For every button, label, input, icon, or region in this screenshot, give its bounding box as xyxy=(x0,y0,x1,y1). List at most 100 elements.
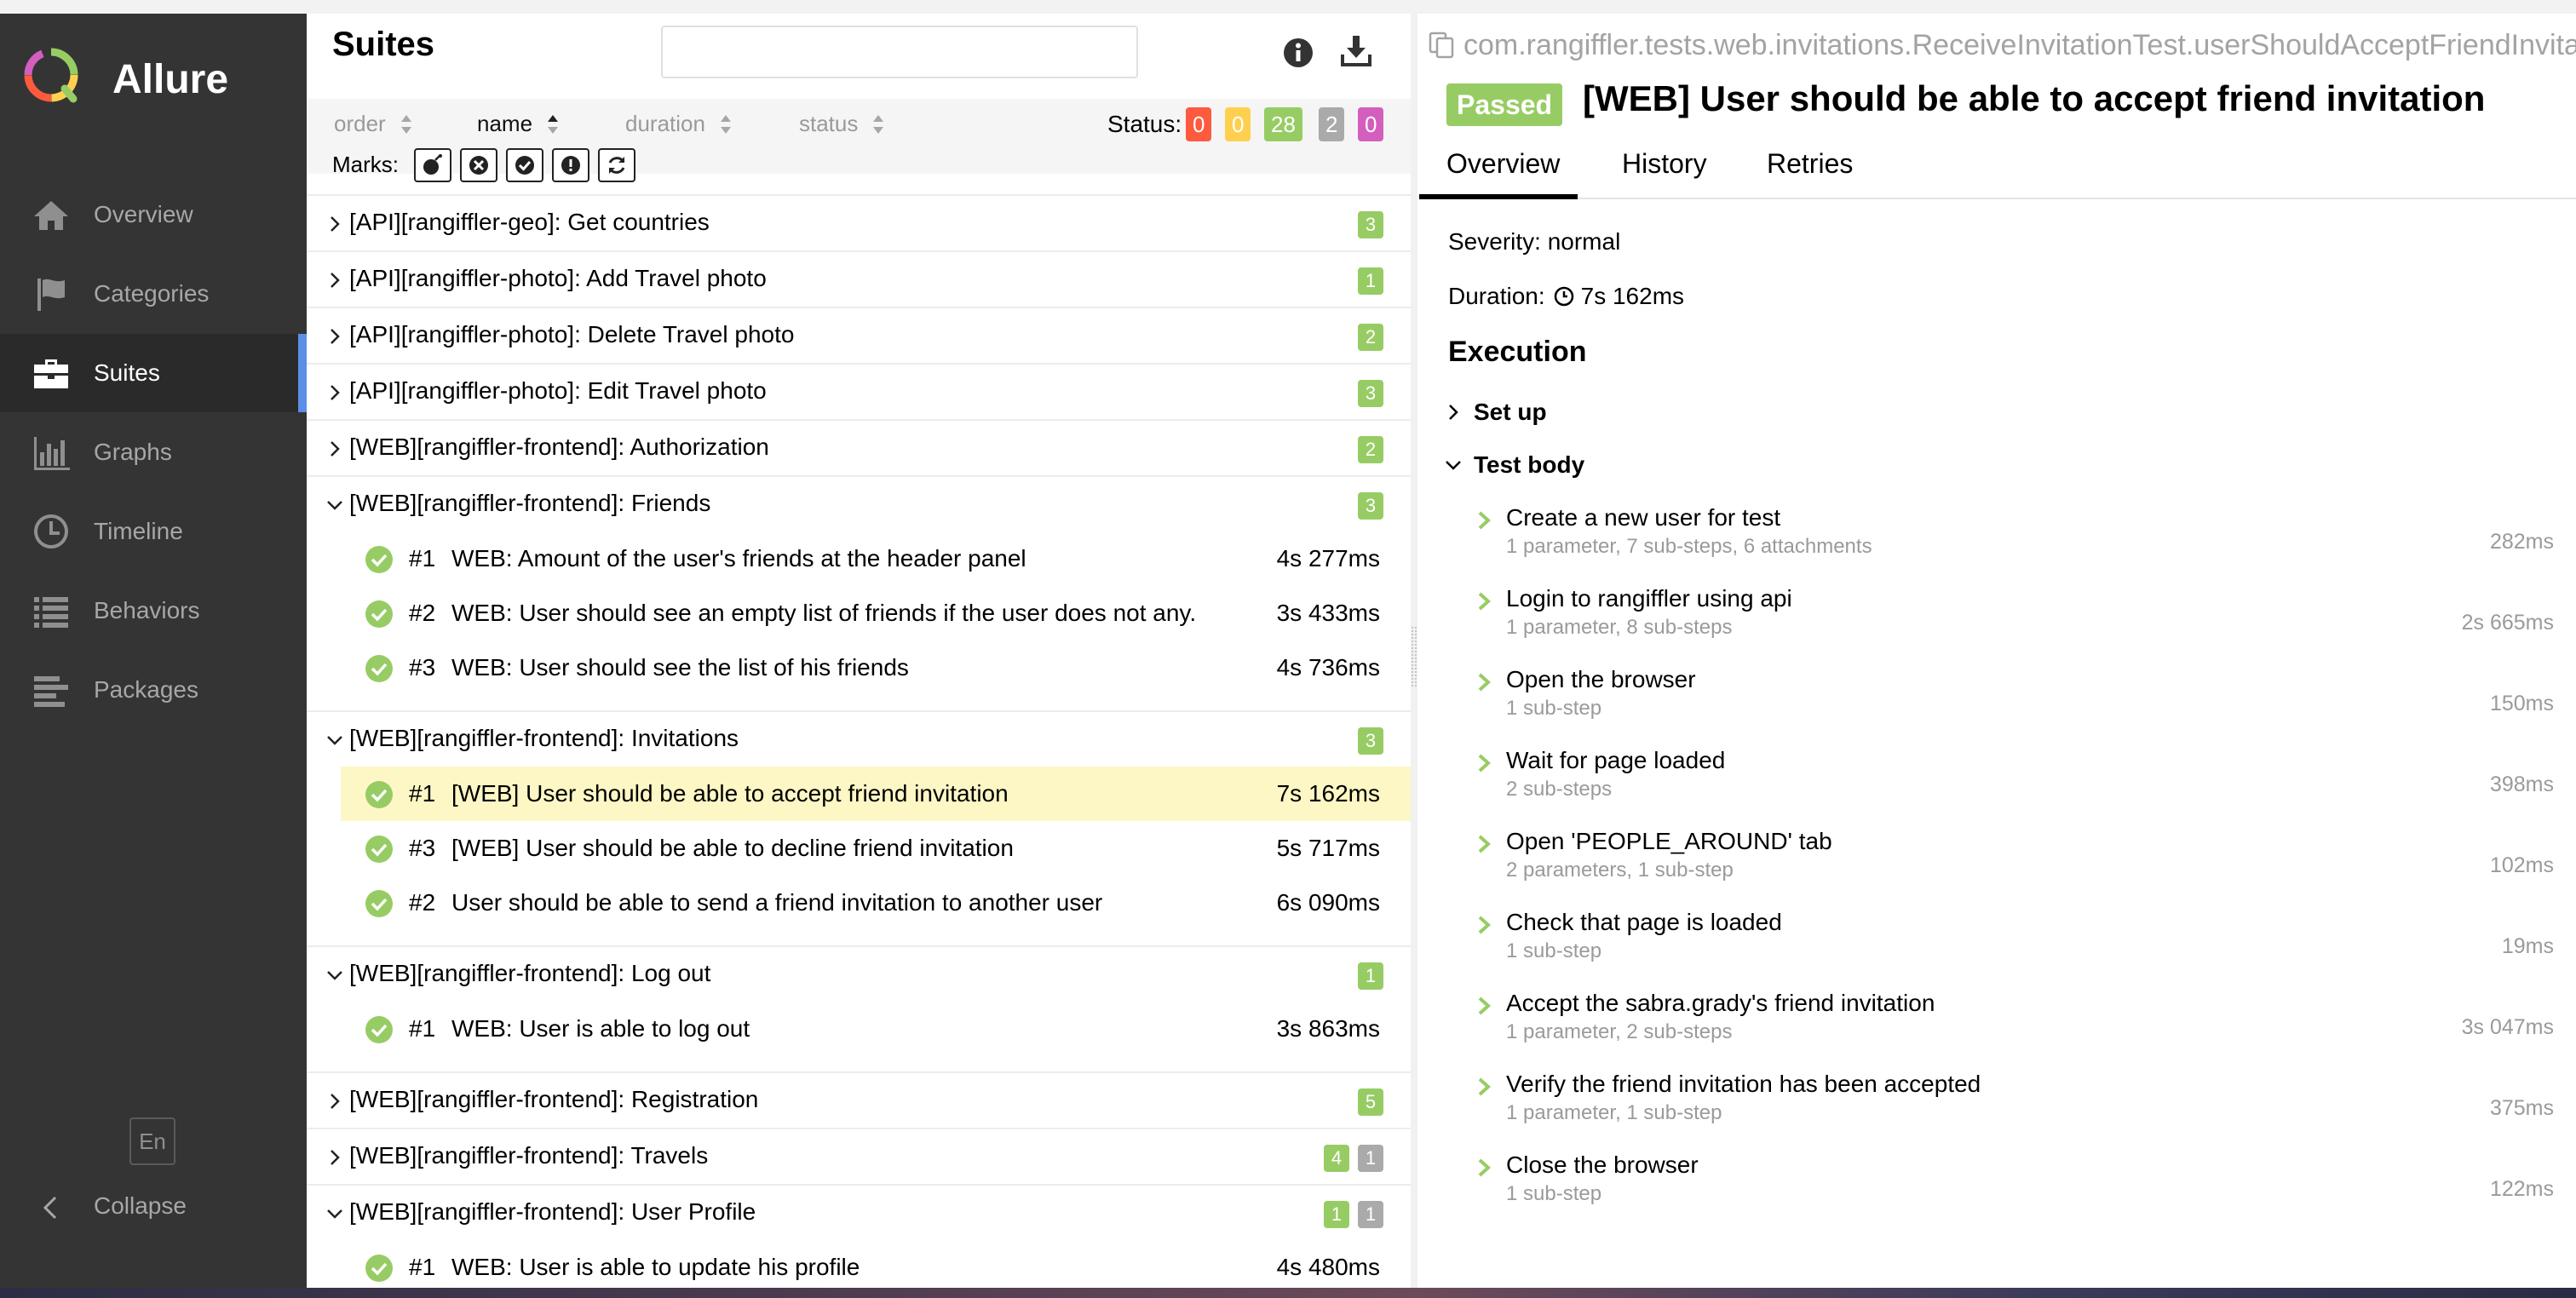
duration-row: Duration: 7s 162ms xyxy=(1448,283,1684,310)
suite-group[interactable]: [WEB][rangiffler-frontend]: Travels 4 1 xyxy=(307,1128,1411,1184)
mark-new-failed-toggle[interactable] xyxy=(460,148,497,182)
test-body-section-toggle[interactable]: Test body xyxy=(1443,451,1584,479)
sidebar-item-behaviors[interactable]: Behaviors xyxy=(0,571,307,650)
test-number: #2 xyxy=(409,600,436,626)
test-row[interactable]: #1 WEB: User is able to update his profi… xyxy=(341,1240,1411,1288)
mark-new-broken-toggle[interactable] xyxy=(552,148,589,182)
status-filter-skipped[interactable]: 2 xyxy=(1319,107,1345,141)
step-row[interactable]: Login to rangiffler using api 1 paramete… xyxy=(1472,582,2554,658)
status-filter-failed[interactable]: 0 xyxy=(1186,107,1212,141)
chevron-right-icon xyxy=(331,441,340,457)
step-row[interactable]: Verify the friend invitation has been ac… xyxy=(1472,1067,2554,1144)
status-filter-unknown[interactable]: 0 xyxy=(1358,107,1384,141)
tab-overview[interactable]: Overview xyxy=(1446,148,1560,180)
test-number: #2 xyxy=(409,889,436,916)
pane-splitter[interactable] xyxy=(1411,14,1417,1288)
step-row[interactable]: Open 'PEOPLE_AROUND' tab 2 parameters, 1… xyxy=(1472,824,2554,901)
suite-group[interactable]: [API][rangiffler-photo]: Add Travel phot… xyxy=(307,250,1411,307)
suite-group[interactable]: [WEB][rangiffler-frontend]: Authorizatio… xyxy=(307,419,1411,475)
test-number: #3 xyxy=(409,654,436,681)
suite-group[interactable]: [API][rangiffler-geo]: Get countries 3 xyxy=(307,194,1411,250)
step-row[interactable]: Open the browser 1 sub-step 150ms xyxy=(1472,663,2554,739)
suite-group[interactable]: [WEB][rangiffler-frontend]: Friends 3 xyxy=(307,475,1411,531)
collapse-button[interactable]: Collapse xyxy=(0,1169,307,1247)
step-name: Create a new user for test xyxy=(1506,504,1781,531)
home-icon xyxy=(31,194,72,235)
search-input[interactable] xyxy=(661,26,1138,78)
chevron-down-icon xyxy=(1446,461,1461,470)
sort-label: duration xyxy=(625,111,705,136)
sort-icon xyxy=(548,114,559,134)
sidebar-item-timeline[interactable]: Timeline xyxy=(0,492,307,571)
test-row-selected[interactable]: #1 [WEB] User should be able to accept f… xyxy=(341,767,1411,821)
step-expand-icon xyxy=(1478,835,1491,853)
test-detail-pane: com.rangiffler.tests.web.invitations.Rec… xyxy=(1419,14,2576,1288)
suite-group[interactable]: [API][rangiffler-photo]: Edit Travel pho… xyxy=(307,363,1411,419)
status-filter-broken[interactable]: 0 xyxy=(1225,107,1251,141)
exclamation-circle-icon xyxy=(561,156,580,175)
status-filter-passed[interactable]: 28 xyxy=(1264,107,1302,141)
chevron-right-icon xyxy=(331,385,340,400)
test-name: User should be able to send a friend inv… xyxy=(451,889,1103,916)
step-row[interactable]: Accept the sabra.grady's friend invitati… xyxy=(1472,986,2554,1063)
sort-by-status[interactable]: status xyxy=(799,111,885,137)
setup-section-toggle[interactable]: Set up xyxy=(1443,399,1547,426)
sidebar-item-suites[interactable]: Suites xyxy=(0,334,307,412)
sort-by-duration[interactable]: duration xyxy=(625,111,733,137)
sidebar-item-categories[interactable]: Categories xyxy=(0,255,307,333)
sort-by-name[interactable]: name xyxy=(477,111,560,137)
suite-group[interactable]: [WEB][rangiffler-frontend]: Invitations … xyxy=(307,710,1411,767)
test-row[interactable]: #3 WEB: User should see the list of his … xyxy=(341,640,1411,695)
mark-flaky-toggle[interactable] xyxy=(414,148,451,182)
align-left-icon xyxy=(31,669,72,710)
passed-check-icon xyxy=(365,600,393,628)
suite-group[interactable]: [WEB][rangiffler-frontend]: Log out 1 xyxy=(307,945,1411,1002)
passed-count-badge: 5 xyxy=(1358,1088,1383,1116)
language-button[interactable]: En xyxy=(129,1117,175,1165)
step-expand-icon xyxy=(1478,511,1491,530)
active-tab-indicator xyxy=(1419,194,1578,199)
step-row[interactable]: Close the browser 1 sub-step 122ms xyxy=(1472,1148,2554,1225)
test-row[interactable]: #1 WEB: Amount of the user's friends at … xyxy=(341,531,1411,586)
splitter-grip[interactable] xyxy=(1412,627,1417,686)
step-row[interactable]: Check that page is loaded 1 sub-step 19m… xyxy=(1472,905,2554,982)
tab-history[interactable]: History xyxy=(1622,148,1707,180)
chevron-right-icon xyxy=(331,329,340,344)
test-duration: 4s 736ms xyxy=(1276,654,1380,681)
copy-icon[interactable] xyxy=(1428,31,1455,60)
passed-check-icon xyxy=(365,781,393,808)
suite-group[interactable]: [WEB][rangiffler-frontend]: Registration… xyxy=(307,1071,1411,1128)
refresh-icon xyxy=(608,157,625,174)
sort-by-order[interactable]: order xyxy=(334,111,413,137)
download-icon[interactable] xyxy=(1337,32,1375,70)
mark-new-passed-toggle[interactable] xyxy=(506,148,543,182)
sidebar-item-label: Packages xyxy=(94,676,198,703)
passed-count-badge: 1 xyxy=(1358,962,1383,990)
step-summary: 1 sub-step xyxy=(1506,939,1602,962)
page-title: Suites xyxy=(332,26,435,63)
sidebar-item-overview[interactable]: Overview xyxy=(0,175,307,254)
info-icon[interactable] xyxy=(1281,36,1315,70)
test-row[interactable]: #3 [WEB] User should be able to decline … xyxy=(341,821,1411,876)
step-row[interactable]: Create a new user for test 1 parameter, … xyxy=(1472,501,2554,577)
step-expand-icon xyxy=(1478,996,1491,1015)
test-row[interactable]: #2 User should be able to send a friend … xyxy=(341,876,1411,930)
test-number: #3 xyxy=(409,835,436,861)
step-summary: 1 parameter, 7 sub-steps, 6 attachments xyxy=(1506,535,1872,558)
step-name: Open the browser xyxy=(1506,666,1696,692)
suite-group[interactable]: [WEB][rangiffler-frontend]: User Profile… xyxy=(307,1184,1411,1240)
marks-label: Marks: xyxy=(332,152,399,177)
sidebar-item-graphs[interactable]: Graphs xyxy=(0,413,307,491)
severity-text: Severity: normal xyxy=(1448,228,1621,255)
mark-retries-toggle[interactable] xyxy=(598,148,635,182)
step-row[interactable]: Wait for page loaded 2 sub-steps 398ms xyxy=(1472,744,2554,820)
test-duration: 5s 717ms xyxy=(1276,835,1380,861)
tab-retries[interactable]: Retries xyxy=(1767,148,1853,180)
test-row[interactable]: #1 WEB: User is able to log out 3s 863ms xyxy=(341,1002,1411,1056)
suite-group[interactable]: [API][rangiffler-photo]: Delete Travel p… xyxy=(307,307,1411,363)
test-number: #1 xyxy=(409,780,436,807)
step-duration: 19ms xyxy=(2501,934,2554,958)
test-row[interactable]: #2 WEB: User should see an empty list of… xyxy=(341,586,1411,640)
times-circle-icon xyxy=(469,156,488,175)
sidebar-item-packages[interactable]: Packages xyxy=(0,651,307,729)
